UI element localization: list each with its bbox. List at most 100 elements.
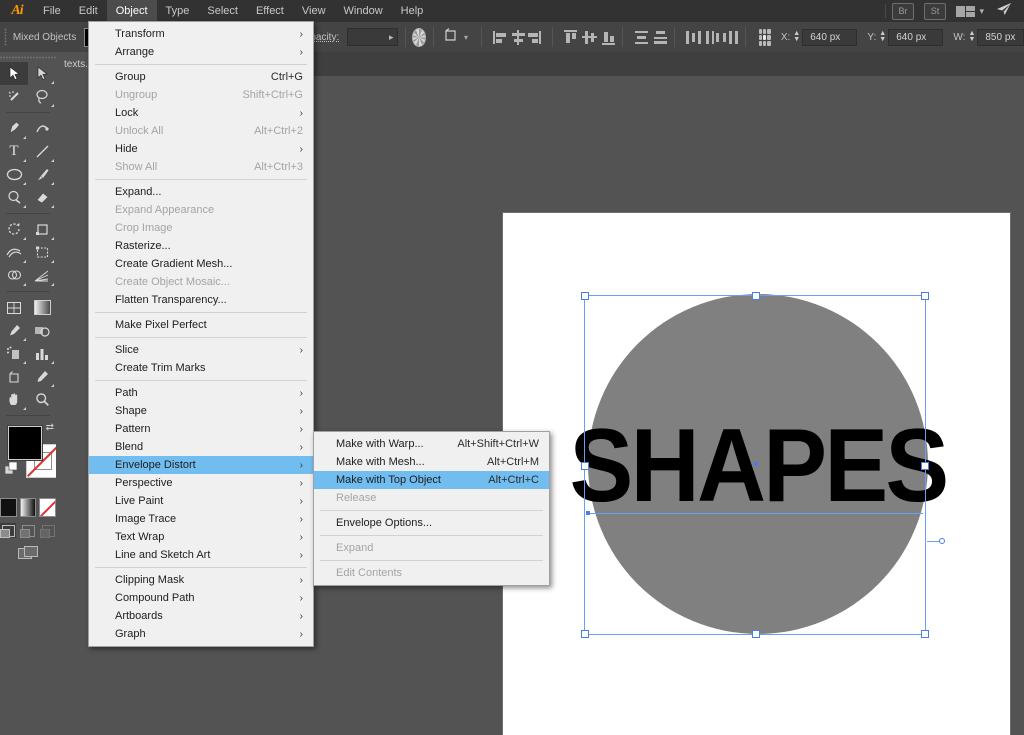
menu-window[interactable]: Window	[335, 0, 392, 22]
object-menu-item-compound-path[interactable]: Compound Path›	[89, 589, 313, 607]
workspace-switcher-icon[interactable]	[956, 6, 976, 17]
handle-top-center[interactable]	[752, 292, 760, 300]
selection-tool[interactable]	[0, 62, 28, 85]
eyedropper-tool[interactable]	[0, 319, 28, 342]
width-stepper[interactable]: ▲▼	[968, 31, 975, 43]
envelope-item-envelope-options[interactable]: Envelope Options...	[314, 514, 549, 532]
lasso-tool[interactable]	[28, 85, 56, 108]
opacity-mask-icon[interactable]	[412, 28, 426, 47]
object-menu-item-create-gradient-mesh[interactable]: Create Gradient Mesh...	[89, 255, 313, 273]
envelope-item-make-with-mesh[interactable]: Make with Mesh...Alt+Ctrl+M	[314, 453, 549, 471]
chevron-right-icon[interactable]: ▸	[389, 32, 394, 43]
handle-middle-right[interactable]	[921, 462, 929, 470]
pen-tool[interactable]	[0, 117, 28, 140]
rotate-tool[interactable]	[0, 218, 28, 241]
stock-button[interactable]: St	[924, 3, 946, 20]
ellipse-tool[interactable]	[0, 163, 28, 186]
control-bar-grip[interactable]	[4, 28, 7, 46]
object-menu-dropdown[interactable]: Transform›Arrange›GroupCtrl+GUngroupShif…	[88, 21, 314, 647]
y-stepper[interactable]: ▲▼	[879, 31, 886, 43]
color-mode-gradient[interactable]	[20, 498, 37, 517]
blend-tool[interactable]	[28, 319, 56, 342]
handle-bottom-center[interactable]	[752, 630, 760, 638]
object-menu-item-image-trace[interactable]: Image Trace›	[89, 510, 313, 528]
draw-normal-mode[interactable]	[0, 523, 16, 538]
distribute-center-icon[interactable]	[653, 30, 664, 45]
transform-artboard-icon[interactable]	[443, 27, 459, 48]
handle-top-left[interactable]	[581, 292, 589, 300]
align-center-horizontal-icon[interactable]	[511, 30, 522, 45]
menu-select[interactable]: Select	[198, 0, 247, 22]
handle-bottom-right[interactable]	[921, 630, 929, 638]
width-input[interactable]: 850 px	[977, 29, 1024, 46]
paintbrush-tool[interactable]	[28, 163, 56, 186]
line-segment-tool[interactable]	[28, 140, 56, 163]
object-menu-item-blend[interactable]: Blend›	[89, 438, 313, 456]
draw-behind-mode[interactable]	[20, 523, 36, 538]
align-right-icon[interactable]	[530, 30, 541, 45]
object-menu-item-transform[interactable]: Transform›	[89, 25, 313, 43]
eraser-tool[interactable]	[28, 186, 56, 209]
share-icon[interactable]	[996, 2, 1012, 21]
distribute-top-icon[interactable]	[634, 30, 645, 45]
swap-fill-stroke-icon[interactable]: ⇄	[46, 422, 54, 433]
color-mode-none[interactable]	[39, 498, 56, 517]
handle-middle-left[interactable]	[581, 462, 589, 470]
artboard-tool[interactable]	[0, 365, 28, 388]
column-graph-tool[interactable]	[28, 342, 56, 365]
object-menu-item-live-paint[interactable]: Live Paint›	[89, 492, 313, 510]
object-menu-item-make-pixel-perfect[interactable]: Make Pixel Perfect	[89, 316, 313, 334]
magic-wand-tool[interactable]	[0, 85, 28, 108]
gradient-tool[interactable]	[28, 296, 56, 319]
object-menu-item-shape[interactable]: Shape›	[89, 402, 313, 420]
scale-tool[interactable]	[28, 218, 56, 241]
object-menu-item-create-trim-marks[interactable]: Create Trim Marks	[89, 359, 313, 377]
perspective-grid-tool[interactable]	[28, 264, 56, 287]
free-transform-tool[interactable]	[28, 241, 56, 264]
object-menu-item-path[interactable]: Path›	[89, 384, 313, 402]
distribute-right-spacing-icon[interactable]	[723, 30, 734, 45]
menu-file[interactable]: File	[34, 0, 70, 22]
object-menu-item-arrange[interactable]: Arrange›	[89, 43, 313, 61]
object-menu-item-clipping-mask[interactable]: Clipping Mask›	[89, 571, 313, 589]
object-menu-item-slice[interactable]: Slice›	[89, 341, 313, 359]
object-menu-item-line-and-sketch-art[interactable]: Line and Sketch Art›	[89, 546, 313, 564]
envelope-distort-submenu[interactable]: Make with Warp...Alt+Shift+Ctrl+WMake wi…	[313, 431, 550, 586]
reference-point-selector[interactable]	[759, 29, 771, 46]
handle-bottom-left[interactable]	[581, 630, 589, 638]
x-coordinate-input[interactable]: 640 px	[802, 29, 857, 46]
object-menu-item-text-wrap[interactable]: Text Wrap›	[89, 528, 313, 546]
object-menu-item-flatten-transparency[interactable]: Flatten Transparency...	[89, 291, 313, 309]
chevron-down-icon[interactable]: ▾	[979, 6, 984, 17]
envelope-item-make-with-top-object[interactable]: Make with Top ObjectAlt+Ctrl+C	[314, 471, 549, 489]
align-bottom-icon[interactable]	[601, 30, 612, 45]
bridge-button[interactable]: Br	[892, 3, 914, 20]
type-tool[interactable]: T	[0, 140, 28, 163]
align-center-vertical-icon[interactable]	[582, 30, 593, 45]
x-stepper[interactable]: ▲▼	[793, 31, 800, 43]
screen-mode-button[interactable]	[0, 546, 56, 560]
shaper-tool[interactable]	[0, 186, 28, 209]
y-coordinate-input[interactable]: 640 px	[888, 29, 943, 46]
zoom-tool[interactable]	[28, 388, 56, 411]
object-menu-item-expand[interactable]: Expand...	[89, 183, 313, 201]
menu-effect[interactable]: Effect	[247, 0, 293, 22]
default-fill-stroke-icon[interactable]	[5, 462, 17, 474]
chevron-down-icon[interactable]: ▾	[464, 33, 468, 42]
object-menu-item-lock[interactable]: Lock›	[89, 104, 313, 122]
object-menu-item-hide[interactable]: Hide›	[89, 140, 313, 158]
distribute-left-spacing-icon[interactable]	[686, 30, 697, 45]
menu-object[interactable]: Object	[107, 0, 157, 22]
object-menu-item-graph[interactable]: Graph›	[89, 625, 313, 643]
tools-panel-grip[interactable]	[0, 52, 56, 62]
object-menu-item-perspective[interactable]: Perspective›	[89, 474, 313, 492]
opacity-input[interactable]: ▸	[347, 28, 397, 46]
direct-selection-tool[interactable]	[28, 62, 56, 85]
hand-tool[interactable]	[0, 388, 28, 411]
object-menu-item-group[interactable]: GroupCtrl+G	[89, 68, 313, 86]
align-top-icon[interactable]	[563, 30, 574, 45]
shape-builder-tool[interactable]	[0, 264, 28, 287]
width-handle-knob[interactable]	[939, 538, 945, 544]
slice-tool[interactable]	[28, 365, 56, 388]
handle-top-right[interactable]	[921, 292, 929, 300]
